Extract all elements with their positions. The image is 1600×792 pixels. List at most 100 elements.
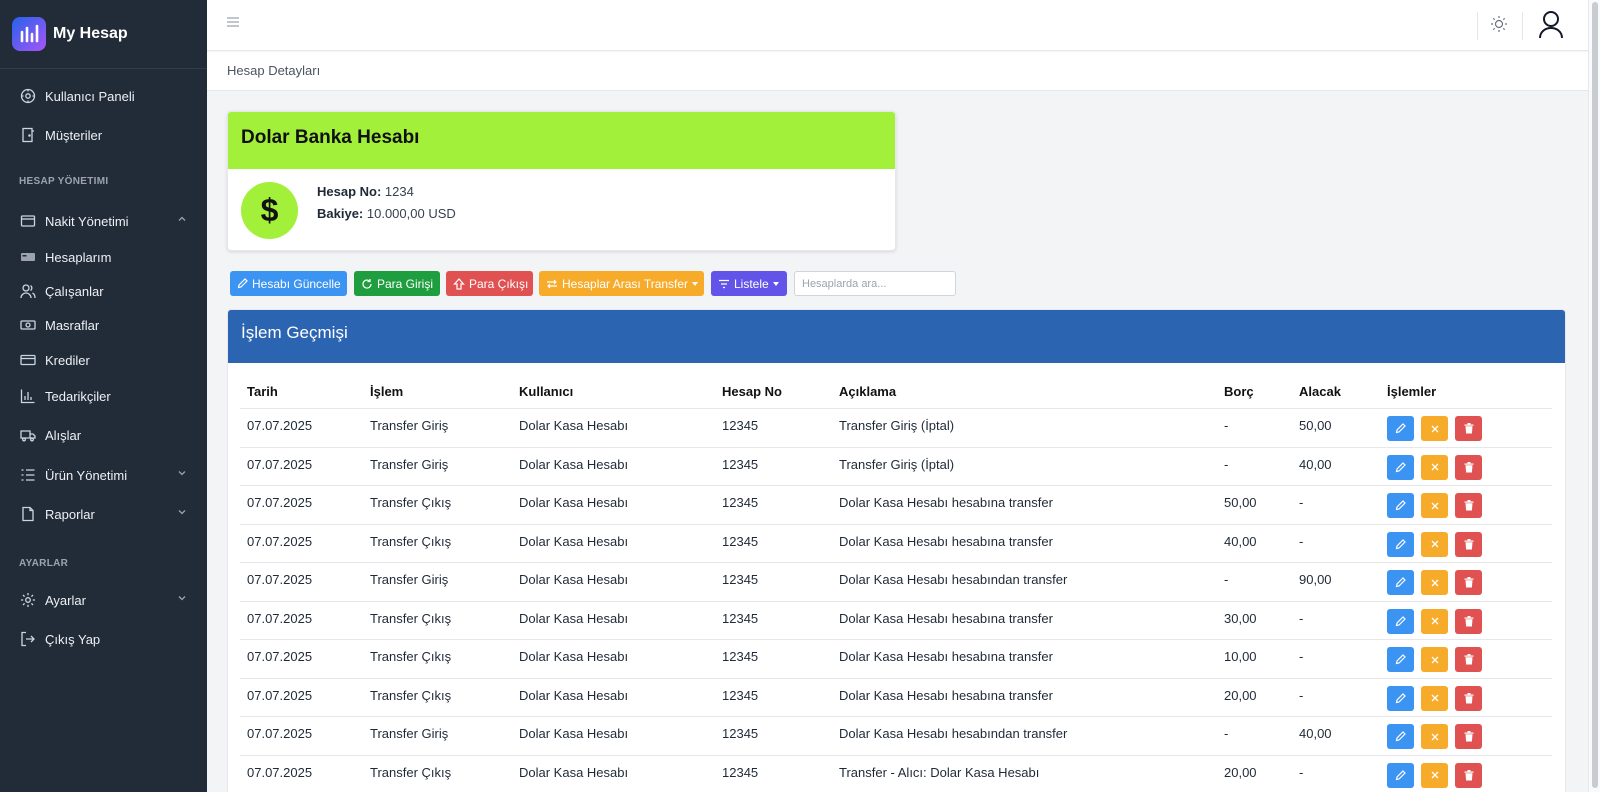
edit-button[interactable]	[1387, 762, 1414, 788]
cancel-button[interactable]	[1421, 647, 1448, 672]
cancel-button[interactable]	[1421, 724, 1448, 749]
delete-button[interactable]	[1455, 762, 1482, 788]
column-header-kullanici[interactable]: Kullanıcı	[519, 384, 573, 399]
cell-account-no: 12345	[722, 495, 759, 510]
edit-button[interactable]	[1387, 454, 1414, 480]
edit-button[interactable]	[1387, 724, 1414, 749]
delete-button[interactable]	[1455, 608, 1482, 634]
edit-button[interactable]	[1387, 416, 1414, 441]
transfer-dropdown-button[interactable]: Hesaplar Arası Transfer	[539, 271, 704, 296]
sidebar-item-hesaplarim[interactable]: Hesaplarım	[0, 242, 207, 272]
delete-button[interactable]	[1455, 493, 1482, 518]
close-icon	[1430, 732, 1440, 742]
cancel-button[interactable]	[1421, 762, 1448, 788]
cancel-button[interactable]	[1421, 493, 1448, 518]
cancel-button[interactable]	[1421, 416, 1448, 441]
user-avatar-icon[interactable]	[1537, 10, 1565, 40]
edit-button[interactable]	[1387, 608, 1414, 634]
search-input[interactable]	[794, 271, 956, 296]
deposit-label: Para Girişi	[377, 276, 434, 291]
column-header-tarih[interactable]: Tarih	[247, 384, 278, 399]
cell-type: Transfer Çıkış	[370, 533, 452, 549]
file-icon	[19, 505, 37, 523]
sidebar-item-raporlar[interactable]: Raporlar	[0, 499, 207, 529]
bar-chart-icon	[19, 387, 37, 405]
sidebar-item-urun-yonetimi[interactable]: Ürün Yönetimi	[0, 460, 207, 490]
delete-button[interactable]	[1455, 454, 1482, 480]
deposit-button[interactable]: Para Girişi	[354, 271, 440, 296]
chevron-down-icon	[177, 468, 187, 478]
caret-down-icon	[772, 281, 779, 286]
delete-button[interactable]	[1455, 416, 1482, 441]
table-row: 07.07.2025 Transfer Çıkış Dolar Kasa Hesab…	[240, 677, 1552, 716]
edit-button[interactable]	[1387, 493, 1414, 518]
account-card: Dolar Banka Hesabı $ Hesap No: 1234 Baki…	[227, 111, 896, 251]
sidebar-item-cikis-yap[interactable]: Çıkış Yap	[0, 624, 207, 654]
brand[interactable]: My Hesap	[0, 0, 207, 69]
sidebar-item-krediler[interactable]: Krediler	[0, 345, 207, 375]
cancel-button[interactable]	[1421, 685, 1448, 711]
pencil-icon	[1395, 692, 1406, 704]
sidebar-item-ayarlar[interactable]: Ayarlar	[0, 585, 207, 615]
list-label: Listele	[734, 276, 769, 291]
cancel-button[interactable]	[1421, 608, 1448, 634]
cell-credit: 50,00	[1299, 418, 1332, 433]
edit-button[interactable]	[1387, 647, 1414, 672]
cell-description: Dolar Kasa Hesabı hesabına transfer	[839, 687, 1053, 703]
account-balance: Bakiye: 10.000,00 USD	[317, 206, 456, 221]
column-header-alacak[interactable]: Alacak	[1299, 384, 1341, 399]
delete-button[interactable]	[1455, 570, 1482, 595]
close-icon	[1430, 770, 1440, 780]
pencil-icon	[237, 278, 248, 289]
cell-type: Transfer Çıkış	[370, 649, 452, 664]
withdraw-button[interactable]: Para Çıkışı	[446, 271, 533, 296]
list-dropdown-button[interactable]: Listele	[711, 271, 787, 296]
table-row: 07.07.2025 Transfer Çıkış Dolar Kasa Hesab…	[240, 485, 1552, 523]
column-header-hesap-no[interactable]: Hesap No	[722, 384, 782, 399]
close-icon	[1430, 462, 1440, 472]
table-row: 07.07.2025 Transfer Giriş Dolar Kasa Hesab…	[240, 716, 1552, 754]
edit-button[interactable]	[1387, 570, 1414, 595]
column-header-islem[interactable]: İşlem	[370, 384, 403, 399]
sidebar-item-masraflar[interactable]: Masraflar	[0, 310, 207, 340]
delete-button[interactable]	[1455, 724, 1482, 749]
sidebar-item-label: Tedarikçiler	[45, 388, 111, 404]
cancel-button[interactable]	[1421, 570, 1448, 595]
cancel-button[interactable]	[1421, 531, 1448, 557]
caret-down-icon	[692, 281, 699, 286]
delete-button[interactable]	[1455, 647, 1482, 672]
app-logo-icon	[12, 17, 46, 51]
sidebar-item-musteriler[interactable]: Müşteriler	[0, 120, 207, 150]
cell-credit: -	[1299, 495, 1304, 510]
sidebar-item-calisanlar[interactable]: Çalışanlar	[0, 276, 207, 306]
filter-icon	[718, 278, 730, 290]
update-account-button[interactable]: Hesabı Güncelle	[230, 271, 347, 296]
sidebar-item-label: Ürün Yönetimi	[45, 467, 128, 483]
delete-button[interactable]	[1455, 685, 1482, 711]
sidebar-item-nakit-yonetimi[interactable]: Nakit Yönetimi	[0, 206, 207, 236]
edit-button[interactable]	[1387, 685, 1414, 711]
delete-button[interactable]	[1455, 531, 1482, 557]
close-icon	[1430, 655, 1440, 665]
cell-credit: 40,00	[1299, 726, 1332, 741]
scrollbar[interactable]	[1588, 0, 1600, 792]
sidebar-item-kullanici-paneli[interactable]: Kullanıcı Paneli	[0, 81, 207, 111]
arrow-up-icon	[453, 277, 465, 290]
sidebar-item-tedarikciler[interactable]: Tedarikçiler	[0, 381, 207, 411]
update-account-label: Hesabı Güncelle	[252, 276, 341, 291]
sidebar-item-alislar[interactable]: Alışlar	[0, 420, 207, 450]
hamburger-menu-icon[interactable]	[226, 15, 240, 29]
cell-type: Transfer Giriş	[370, 418, 449, 433]
cancel-button[interactable]	[1421, 454, 1448, 480]
theme-toggle-sun-icon[interactable]	[1489, 14, 1509, 34]
close-icon	[1430, 693, 1440, 703]
column-header-aciklama[interactable]: Açıklama	[839, 384, 896, 399]
list-icon	[19, 466, 37, 484]
scrollbar-thumb[interactable]	[1592, 2, 1598, 788]
account-number: Hesap No: 1234	[317, 184, 414, 199]
edit-button[interactable]	[1387, 531, 1414, 557]
table-row: 07.07.2025 Transfer Giriş Dolar Kasa Hesab…	[240, 408, 1552, 446]
column-header-borc[interactable]: Borç	[1224, 384, 1254, 399]
pencil-icon	[1395, 423, 1406, 434]
withdraw-label: Para Çıkışı	[469, 276, 529, 291]
